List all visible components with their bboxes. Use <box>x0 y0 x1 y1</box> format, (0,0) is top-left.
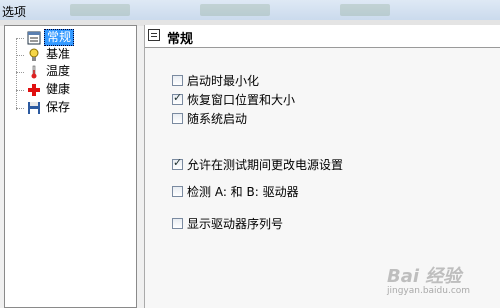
tree-item-label: 常规 <box>44 29 75 46</box>
tree-connector <box>16 38 24 39</box>
checkbox[interactable] <box>172 113 183 124</box>
panel-header: 常规 <box>145 25 500 48</box>
checkbox[interactable] <box>172 91 183 105</box>
background-tab <box>200 4 270 16</box>
red-cross-icon <box>27 83 41 97</box>
window-icon <box>148 29 160 41</box>
tree-item-label: 基准 <box>46 47 71 61</box>
category-tree[interactable]: 常规 基准 温度 健康 保存 <box>4 25 137 308</box>
checkbox[interactable] <box>172 186 183 197</box>
tree-item-temperature[interactable]: 温度 <box>27 63 72 80</box>
option-start-with-system[interactable]: 随系统启动 <box>172 110 247 127</box>
checkbox[interactable] <box>172 156 183 170</box>
tree-connector <box>16 108 24 109</box>
option-label: 恢复窗口位置和大小 <box>187 93 296 107</box>
option-detect-ab-drives[interactable]: 检测 A: 和 B: 驱动器 <box>172 183 299 200</box>
tree-item-label: 健康 <box>46 82 71 96</box>
option-label: 检测 A: 和 B: 驱动器 <box>187 185 299 199</box>
background-tab <box>340 4 390 16</box>
window-icon <box>27 31 41 45</box>
watermark-text: Bai 经验 <box>387 266 462 287</box>
tree-item-save[interactable]: 保存 <box>27 99 72 116</box>
tree-connector <box>16 72 24 73</box>
option-allow-power-settings[interactable]: 允许在测试期间更改电源设置 <box>172 156 343 173</box>
option-label: 显示驱动器序列号 <box>187 217 284 231</box>
option-label: 随系统启动 <box>187 112 248 126</box>
tree-item-health[interactable]: 健康 <box>27 81 72 98</box>
option-restore-window[interactable]: 恢复窗口位置和大小 <box>172 91 295 108</box>
thermometer-icon <box>27 65 41 79</box>
option-start-minimized[interactable]: 启动时最小化 <box>172 72 259 89</box>
tree-connector <box>16 90 24 91</box>
tree-item-label: 保存 <box>46 100 71 114</box>
title-bar: 选项 <box>0 0 500 22</box>
panel-title: 常规 <box>167 32 194 47</box>
watermark: Bai 经验 jingyan.baidu.com <box>387 262 470 296</box>
tree-item-label: 温度 <box>46 64 71 78</box>
option-show-drive-serial[interactable]: 显示驱动器序列号 <box>172 215 283 232</box>
checkbox[interactable] <box>172 218 183 229</box>
background-tab <box>70 4 130 16</box>
option-label: 启动时最小化 <box>187 74 260 88</box>
lightbulb-icon <box>27 48 41 62</box>
tree-item-benchmark[interactable]: 基准 <box>27 46 72 63</box>
tree-connector <box>16 38 17 110</box>
option-label: 允许在测试期间更改电源设置 <box>187 158 344 172</box>
window-title: 选项 <box>2 5 27 19</box>
checkbox[interactable] <box>172 75 183 86</box>
tree-connector <box>16 55 24 56</box>
tree-item-general[interactable]: 常规 <box>27 29 75 46</box>
watermark-url: jingyan.baidu.com <box>387 286 471 296</box>
floppy-disk-icon <box>27 101 41 115</box>
